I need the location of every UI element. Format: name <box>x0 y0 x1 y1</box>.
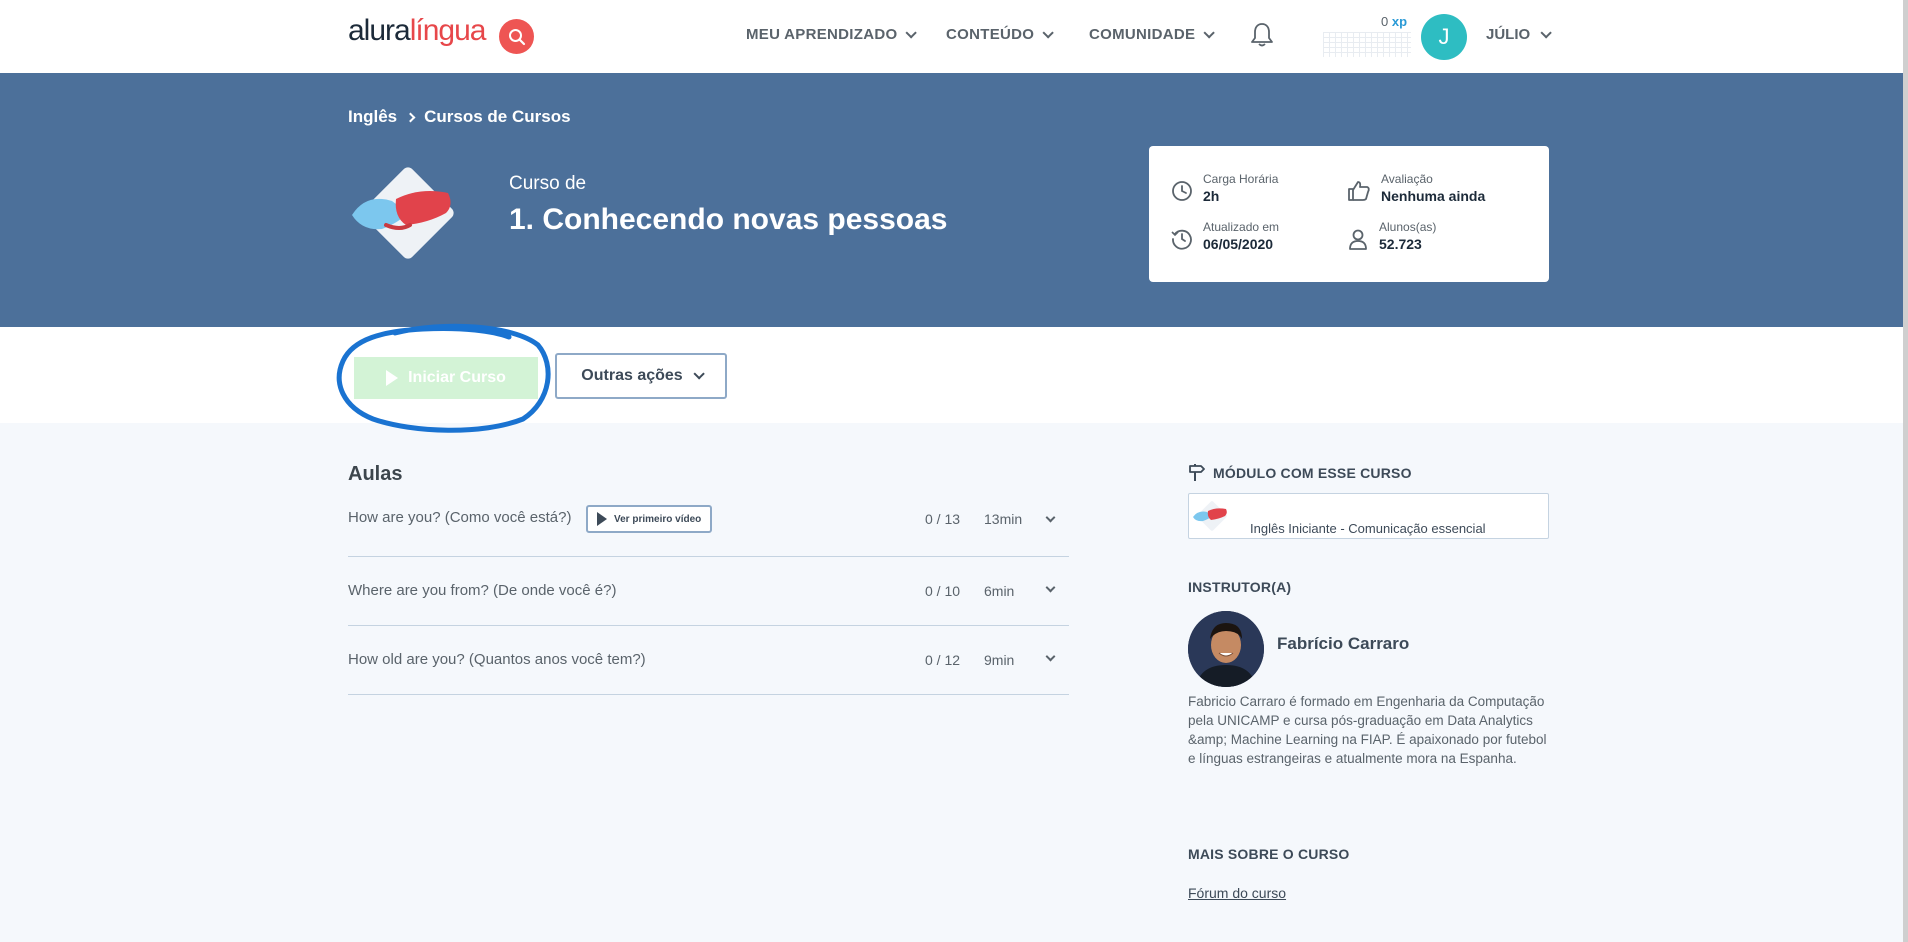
bell-icon <box>1251 23 1273 47</box>
module-name: Inglês Iniciante - Comunicação essencial <box>1250 521 1486 536</box>
workload-info: Carga Horária 2h <box>1171 172 1278 204</box>
top-navbar: aluralíngua MEU APRENDIZADO CONTEÚDO COM… <box>0 0 1903 73</box>
module-handshake-icon <box>1193 501 1227 531</box>
course-title: 1. Conhecendo novas pessoas <box>509 203 948 236</box>
chevron-down-icon <box>1203 26 1216 39</box>
xp-unit: xp <box>1391 14 1408 29</box>
first-video-button[interactable]: Ver primeiro vídeo <box>586 505 713 533</box>
module-card[interactable]: Inglês Iniciante - Comunicação essencial <box>1188 493 1549 539</box>
page-scrollbar[interactable] <box>1903 0 1908 942</box>
course-actions-bar: Iniciar Curso Outras ações <box>0 327 1903 423</box>
nav-comunidade[interactable]: COMUNIDADE <box>1089 26 1216 43</box>
breadcrumb: Inglês Cursos de Cursos <box>348 107 571 127</box>
module-heading-text: MÓDULO COM ESSE CURSO <box>1213 464 1412 481</box>
instructor-heading: INSTRUTOR(A) <box>1188 579 1292 595</box>
chevron-right-icon <box>405 112 416 122</box>
xp-progress-grid <box>1323 32 1411 57</box>
lesson-row[interactable]: Where are you from? (De onde você é?) 0 … <box>348 557 1069 626</box>
module-heading: MÓDULO COM ESSE CURSO <box>1188 463 1412 482</box>
chevron-down-icon[interactable] <box>1045 582 1056 593</box>
students-info: Alunos(as) 52.723 <box>1347 220 1436 252</box>
search-button[interactable] <box>499 19 534 54</box>
lesson-name[interactable]: Where are you from? (De onde você é?) <box>348 582 616 599</box>
play-icon <box>597 512 607 526</box>
first-video-label: Ver primeiro vídeo <box>614 513 702 525</box>
nav-label: MEU APRENDIZADO <box>746 26 898 43</box>
lesson-duration: 9min <box>984 652 1015 668</box>
lesson-name[interactable]: How old are you? (Quantos anos você tem?… <box>348 651 646 668</box>
search-icon <box>508 28 525 45</box>
lesson-duration: 13min <box>984 511 1023 527</box>
user-menu[interactable]: JÚLIO <box>1486 26 1552 43</box>
signpost-icon <box>1189 464 1205 481</box>
lesson-duration: 6min <box>984 583 1015 599</box>
updated-label: Atualizado em <box>1203 220 1280 234</box>
notifications-button[interactable] <box>1250 22 1274 53</box>
user-icon <box>1349 229 1367 250</box>
course-forum-link[interactable]: Fórum do curso <box>1188 885 1286 901</box>
lessons-title: Aulas <box>348 463 403 485</box>
user-name: JÚLIO <box>1486 26 1531 43</box>
xp-counter: 0 xp <box>1381 14 1407 29</box>
chevron-down-icon[interactable] <box>1045 651 1056 662</box>
students-value: 52.723 <box>1379 236 1422 252</box>
lesson-progress: 0 / 10 <box>925 583 961 599</box>
rating-value: Nenhuma ainda <box>1381 188 1486 204</box>
rating-label: Avaliação <box>1381 172 1433 186</box>
course-kicker: Curso de <box>509 173 587 194</box>
breadcrumb-item-ingles[interactable]: Inglês <box>348 107 397 127</box>
logo-text-lingua: língua <box>409 14 487 47</box>
lesson-progress: 0 / 13 <box>925 511 961 527</box>
chevron-down-icon <box>1540 26 1552 39</box>
course-handshake-icon <box>352 167 454 259</box>
lesson-row[interactable]: How old are you? (Quantos anos você tem?… <box>348 626 1069 695</box>
alura-lingua-logo[interactable]: aluralíngua <box>348 14 487 48</box>
students-label: Alunos(as) <box>1379 220 1437 234</box>
other-actions-button[interactable]: Outras ações <box>555 353 727 399</box>
course-info-card: Carga Horária 2h Avaliação Nenhuma ainda… <box>1149 146 1549 282</box>
workload-label: Carga Horária <box>1203 172 1279 186</box>
nav-conteudo[interactable]: CONTEÚDO <box>946 26 1055 43</box>
avatar[interactable]: J <box>1421 14 1467 60</box>
instructor-name: Fabrício Carraro <box>1277 634 1410 653</box>
nav-label: CONTEÚDO <box>946 26 1035 43</box>
updated-value: 06/05/2020 <box>1203 236 1274 252</box>
workload-value: 2h <box>1203 188 1220 204</box>
chevron-down-icon <box>1042 26 1055 39</box>
lesson-name[interactable]: How are you? (Como você está?) <box>348 509 571 526</box>
updated-info: Atualizado em 06/05/2020 <box>1171 220 1279 252</box>
thumbs-up-icon <box>1348 181 1370 201</box>
clock-icon <box>1172 181 1192 201</box>
history-icon <box>1171 229 1192 250</box>
lesson-progress: 0 / 12 <box>925 652 961 668</box>
lesson-row[interactable]: How are you? (Como você está?) Ver prime… <box>348 500 1069 557</box>
breadcrumb-item-cursos[interactable]: Cursos de Cursos <box>424 107 570 127</box>
logo-text-alura: alura <box>348 14 411 47</box>
chevron-down-icon <box>693 368 705 380</box>
nav-meu-aprendizado[interactable]: MEU APRENDIZADO <box>746 26 918 43</box>
more-about-heading: MAIS SOBRE O CURSO <box>1188 846 1350 862</box>
other-actions-label: Outras ações <box>581 367 683 384</box>
instructor-photo <box>1188 611 1264 687</box>
instructor-portrait <box>1188 611 1264 687</box>
instructor-bio: Fabricio Carraro é formado em Engenharia… <box>1188 694 1547 766</box>
chevron-down-icon[interactable] <box>1045 512 1056 523</box>
nav-label: COMUNIDADE <box>1089 26 1196 43</box>
xp-value: 0 <box>1381 14 1389 29</box>
annotation-circle <box>336 323 551 433</box>
course-hero: Inglês Cursos de Cursos Curso de 1. Conh… <box>0 73 1903 327</box>
chevron-down-icon <box>905 26 918 39</box>
rating-info: Avaliação Nenhuma ainda <box>1347 172 1485 204</box>
